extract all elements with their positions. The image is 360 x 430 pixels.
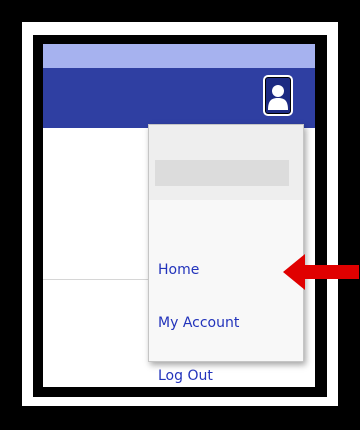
red-arrow-icon <box>283 254 359 290</box>
top-navbar <box>43 68 315 128</box>
menu-item-my-account[interactable]: My Account <box>158 315 239 331</box>
app-window: Home My Account Log Out <box>43 44 315 387</box>
user-dropdown-menu: Home My Account Log Out <box>148 124 304 384</box>
menu-item-home[interactable]: Home <box>158 262 199 278</box>
top-strip <box>43 44 315 68</box>
content-divider <box>43 279 149 280</box>
redacted-username <box>155 160 289 186</box>
user-menu-button[interactable] <box>263 75 293 116</box>
menu-item-log-out[interactable]: Log Out <box>158 368 213 384</box>
user-silhouette-icon <box>268 85 288 110</box>
